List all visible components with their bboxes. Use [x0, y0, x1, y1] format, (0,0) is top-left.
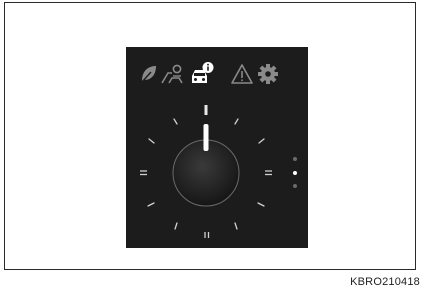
page-indicator: [290, 151, 300, 191]
page-dot-1: [293, 157, 297, 161]
gauge-dial: [140, 105, 272, 238]
dial-needle: [203, 124, 209, 151]
needle-tip: [204, 105, 208, 115]
figure-caption: KBRO210418: [350, 276, 420, 288]
page-dot-3: [293, 184, 297, 188]
display-screen: [126, 47, 308, 248]
page-dot-2-active: [293, 171, 297, 175]
